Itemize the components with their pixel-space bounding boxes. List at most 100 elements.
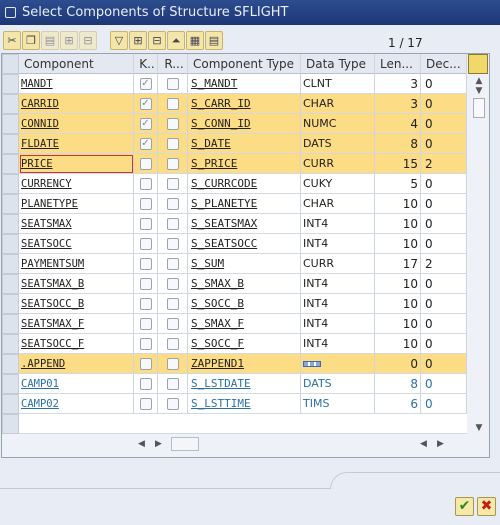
required-checkbox[interactable] [158,334,188,354]
select-all-icon[interactable]: ▽ [110,31,128,50]
select-all-cell[interactable] [2,54,19,74]
component-name[interactable]: SEATSOCC_B [19,294,134,314]
key-checkbox[interactable] [134,394,158,414]
required-checkbox[interactable] [158,94,188,114]
component-type[interactable]: S_SMAX_B [188,274,301,294]
row-selector[interactable] [2,294,19,314]
component-name[interactable]: FLDATE [19,134,134,154]
table-row[interactable]: SEATSOCC_B S_SOCC_B INT4 10 0 [2,294,467,314]
table-row[interactable]: CAMP02 S_LSTTIME TIMS 6 0 [2,394,467,414]
layout-settings-icon[interactable] [468,54,488,74]
scroll-thumb[interactable] [473,98,485,118]
required-checkbox[interactable] [158,154,188,174]
key-checkbox[interactable] [134,174,158,194]
row-selector[interactable] [2,234,19,254]
header-component[interactable]: Component [19,54,134,74]
component-name[interactable]: CONNID [19,114,134,134]
cancel-button[interactable]: ✖ [477,497,496,516]
row-selector[interactable] [2,414,19,434]
component-type[interactable]: S_CARR_ID [188,94,301,114]
component-name[interactable]: CAMP02 [19,394,134,414]
key-checkbox[interactable] [134,314,158,334]
table-row[interactable]: SEATSOCC_F S_SOCC_F INT4 10 0 [2,334,467,354]
header-data-type[interactable]: Data Type [301,54,375,74]
key-checkbox[interactable] [134,294,158,314]
table-row[interactable]: CARRID ✓ S_CARR_ID CHAR 3 0 [2,94,467,114]
expand-icon[interactable]: ⊞ [129,31,147,50]
component-name[interactable]: SEATSOCC_F [19,334,134,354]
key-checkbox[interactable] [134,234,158,254]
component-type[interactable]: S_CURRCODE [188,174,301,194]
key-checkbox[interactable]: ✓ [134,74,158,94]
key-checkbox[interactable] [134,214,158,234]
component-type[interactable]: S_LSTDATE [188,374,301,394]
component-type[interactable]: S_MANDT [188,74,301,94]
component-type[interactable]: S_SEATSOCC [188,234,301,254]
key-checkbox[interactable] [134,154,158,174]
key-checkbox[interactable] [134,334,158,354]
table-row[interactable]: PLANETYPE S_PLANETYE CHAR 10 0 [2,194,467,214]
table-row[interactable]: SEATSMAX_B S_SMAX_B INT4 10 0 [2,274,467,294]
component-type[interactable]: S_LSTTIME [188,394,301,414]
row-selector[interactable] [2,134,19,154]
key-checkbox[interactable] [134,254,158,274]
component-name[interactable]: CAMP01 [19,374,134,394]
row-selector[interactable] [2,114,19,134]
paste-icon[interactable]: ▤ [41,31,59,50]
required-checkbox[interactable] [158,394,188,414]
confirm-button[interactable]: ✔ [455,497,474,516]
header-component-type[interactable]: Component Type [188,54,301,74]
component-type[interactable]: S_SEATSMAX [188,214,301,234]
required-checkbox[interactable] [158,134,188,154]
table-row[interactable]: SEATSOCC S_SEATSOCC INT4 10 0 [2,234,467,254]
component-name[interactable]: SEATSOCC [19,234,134,254]
header-decimals[interactable]: Dec... [421,54,467,74]
component-name[interactable]: CARRID [19,94,134,114]
required-checkbox[interactable] [158,294,188,314]
header-key[interactable]: K.. [134,54,158,74]
required-checkbox[interactable] [158,74,188,94]
component-name[interactable]: .APPEND [19,354,134,374]
key-checkbox[interactable] [134,194,158,214]
component-type[interactable]: S_SOCC_F [188,334,301,354]
row-selector[interactable] [2,254,19,274]
table-row[interactable]: SEATSMAX S_SEATSMAX INT4 10 0 [2,214,467,234]
row-selector[interactable] [2,334,19,354]
horizontal-scroll-thumb[interactable] [171,437,199,451]
delete-row-icon[interactable]: ⊟ [79,31,97,50]
component-name[interactable]: PLANETYPE [19,194,134,214]
required-checkbox[interactable] [158,194,188,214]
scroll-left-icon[interactable]: ◀ [138,439,145,449]
key-checkbox[interactable]: ✓ [134,94,158,114]
collapse-icon[interactable]: ⊟ [148,31,166,50]
table-row[interactable]: FLDATE ✓ S_DATE DATS 8 0 [2,134,467,154]
row-selector[interactable] [2,354,19,374]
component-type[interactable]: S_PLANETYE [188,194,301,214]
row-selector[interactable] [2,394,19,414]
vertical-scrollbar[interactable]: ▲ ▼ ▼ [468,76,489,456]
table-row[interactable]: CAMP01 S_LSTDATE DATS 8 0 [2,374,467,394]
scroll-right-right-icon[interactable]: ▶ [437,439,444,449]
scroll-left-right-icon[interactable]: ◀ [420,439,427,449]
row-selector[interactable] [2,314,19,334]
required-checkbox[interactable] [158,374,188,394]
component-type[interactable]: S_SUM [188,254,301,274]
table-row[interactable]: PAYMENTSUM S_SUM CURR 17 2 [2,254,467,274]
component-name[interactable]: SEATSMAX_B [19,274,134,294]
row-selector[interactable] [2,214,19,234]
key-checkbox[interactable]: ✓ [134,134,158,154]
layout-icon[interactable]: ▦ [186,31,204,50]
insert-row-icon[interactable]: ⊞ [60,31,78,50]
row-selector[interactable] [2,174,19,194]
sort-icon[interactable]: ⏶ [167,31,185,50]
key-checkbox[interactable]: ✓ [134,114,158,134]
component-type[interactable]: S_SOCC_B [188,294,301,314]
copy-icon[interactable]: ❐ [22,31,40,50]
component-name[interactable]: CURRENCY [19,174,134,194]
component-name[interactable]: PAYMENTSUM [19,254,134,274]
scroll-down-icon[interactable]: ▼ [468,423,489,433]
details-icon[interactable]: ▤ [205,31,223,50]
component-name[interactable]: SEATSMAX [19,214,134,234]
component-type[interactable]: S_SMAX_F [188,314,301,334]
row-selector[interactable] [2,274,19,294]
